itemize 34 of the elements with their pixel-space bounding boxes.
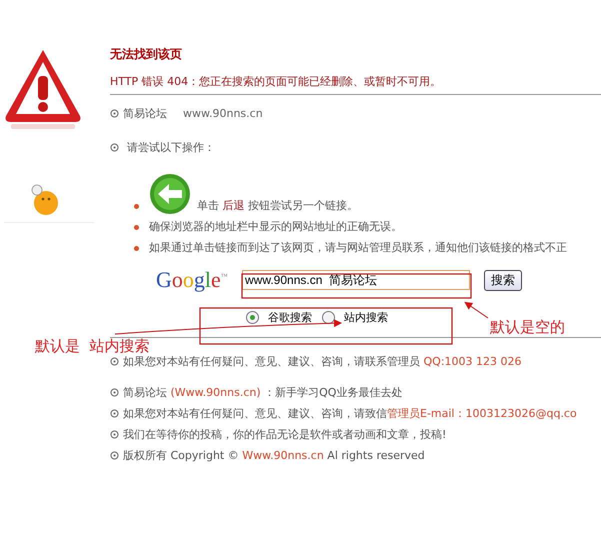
google-logo: Google$^{™}$ [156,267,229,293]
emoticon-icon [30,184,60,216]
footer-text: 版权所有 Copyright © Www.90nns.cn Al rights reserved [123,448,425,463]
annotation-arrow [464,302,488,318]
circle-bullet-icon [110,409,119,418]
bullet-icon [134,246,139,251]
circle-bullet-icon [110,356,119,366]
radio-label[interactable]: 谷歌搜索 [268,310,312,324]
circle-bullet-icon [110,388,119,397]
circle-bullet-icon [110,451,119,460]
bullet-icon [134,204,139,209]
radio-button[interactable] [322,310,335,324]
suggestion-text: 如果通过单击链接而到达了该网页，请与网站管理员联系，通知他们该链接的格式不正 [149,240,567,256]
circle-bullet-icon [110,430,119,439]
site-url: www.90nns.cn [183,106,263,120]
footer-text: 我们在等待你的投稿，你的作品无论是软件或者动画和文章，投稿! [123,427,446,442]
instruction-text: 请尝试以下操作： [127,140,215,154]
footer-text: 如果您对本站有任何疑问、意见、建议、咨询，请致信管理员E-mail：1003123026@qq.co [123,406,577,421]
circle-bullet-icon [110,142,119,152]
search-button[interactable]: 搜索 [484,270,522,290]
bullet-icon [134,225,139,230]
error-title: 无法找到该页 [110,46,183,63]
suggestion-text: 确保浏览器的地址栏中显示的网站地址的正确无误。 [149,219,402,235]
annotation-text: 默认是空的 [490,318,565,337]
annotation-text: 默认是 站内搜索 [35,337,150,356]
suggestion-text: 单击 后退 按钮尝试另一个链接。 [197,198,358,214]
error-message: HTTP 错误 404：您正在搜索的页面可能已经删除、或暂时不可用。 [110,74,442,90]
search-field[interactable]: www.90nns.cn 简易论坛 [242,270,470,290]
radio-label[interactable]: 站内搜索 [344,310,388,324]
radio-button[interactable] [246,310,259,324]
footer-text: 简易论坛 (Www.90nns.cn) ：新手学习QQ业务最佳去处 [123,385,402,400]
circle-bullet-icon [110,108,119,118]
site-name: 简易论坛 [123,106,167,120]
contact-text: 如果您对本站有任何疑问、意见、建议、咨询，请联系管理员 QQ:1003 123 026 [123,354,522,368]
